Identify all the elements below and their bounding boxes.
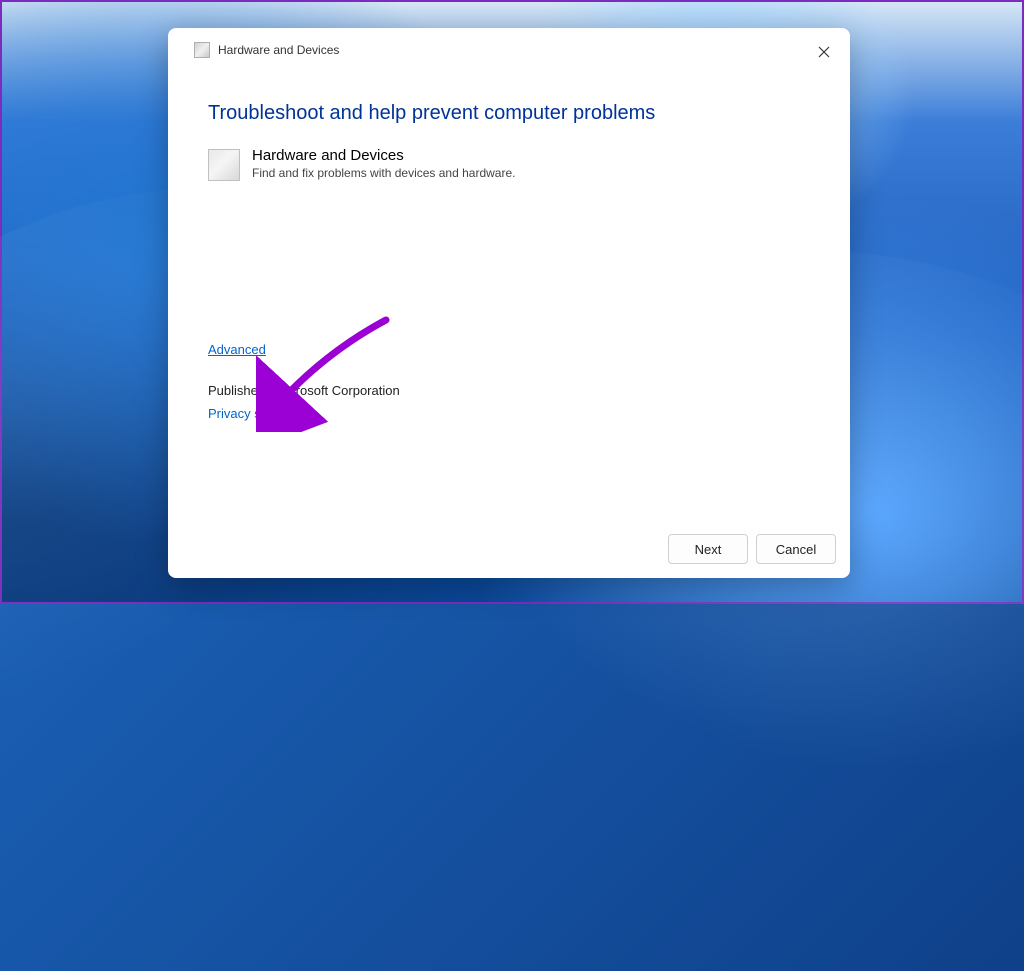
dialog-footer: Next Cancel: [168, 522, 850, 578]
hardware-icon: [208, 149, 240, 181]
publisher-value: Microsoft Corporation: [275, 383, 399, 398]
close-button[interactable]: [810, 38, 838, 66]
advanced-link[interactable]: Advanced: [208, 342, 266, 357]
troubleshooter-dialog: Hardware and Devices Troubleshoot and he…: [168, 28, 850, 578]
privacy-statement-link[interactable]: Privacy statement: [208, 406, 311, 421]
troubleshooter-item: Hardware and Devices Find and fix proble…: [208, 147, 810, 181]
main-heading: Troubleshoot and help prevent computer p…: [208, 102, 810, 125]
next-button[interactable]: Next: [668, 534, 748, 564]
close-icon: [818, 46, 830, 58]
publisher-info: Publisher: Microsoft Corporation: [208, 383, 810, 398]
cancel-button[interactable]: Cancel: [756, 534, 836, 564]
toolbox-icon: [194, 42, 210, 58]
dialog-body: Troubleshoot and help prevent computer p…: [168, 64, 850, 522]
publisher-label: Publisher:: [208, 383, 266, 398]
troubleshooter-description: Find and fix problems with devices and h…: [252, 166, 515, 180]
dialog-title: Hardware and Devices: [218, 43, 339, 57]
troubleshooter-title: Hardware and Devices: [252, 147, 515, 164]
troubleshooter-text: Hardware and Devices Find and fix proble…: [252, 147, 515, 180]
dialog-header: Hardware and Devices: [168, 28, 850, 64]
